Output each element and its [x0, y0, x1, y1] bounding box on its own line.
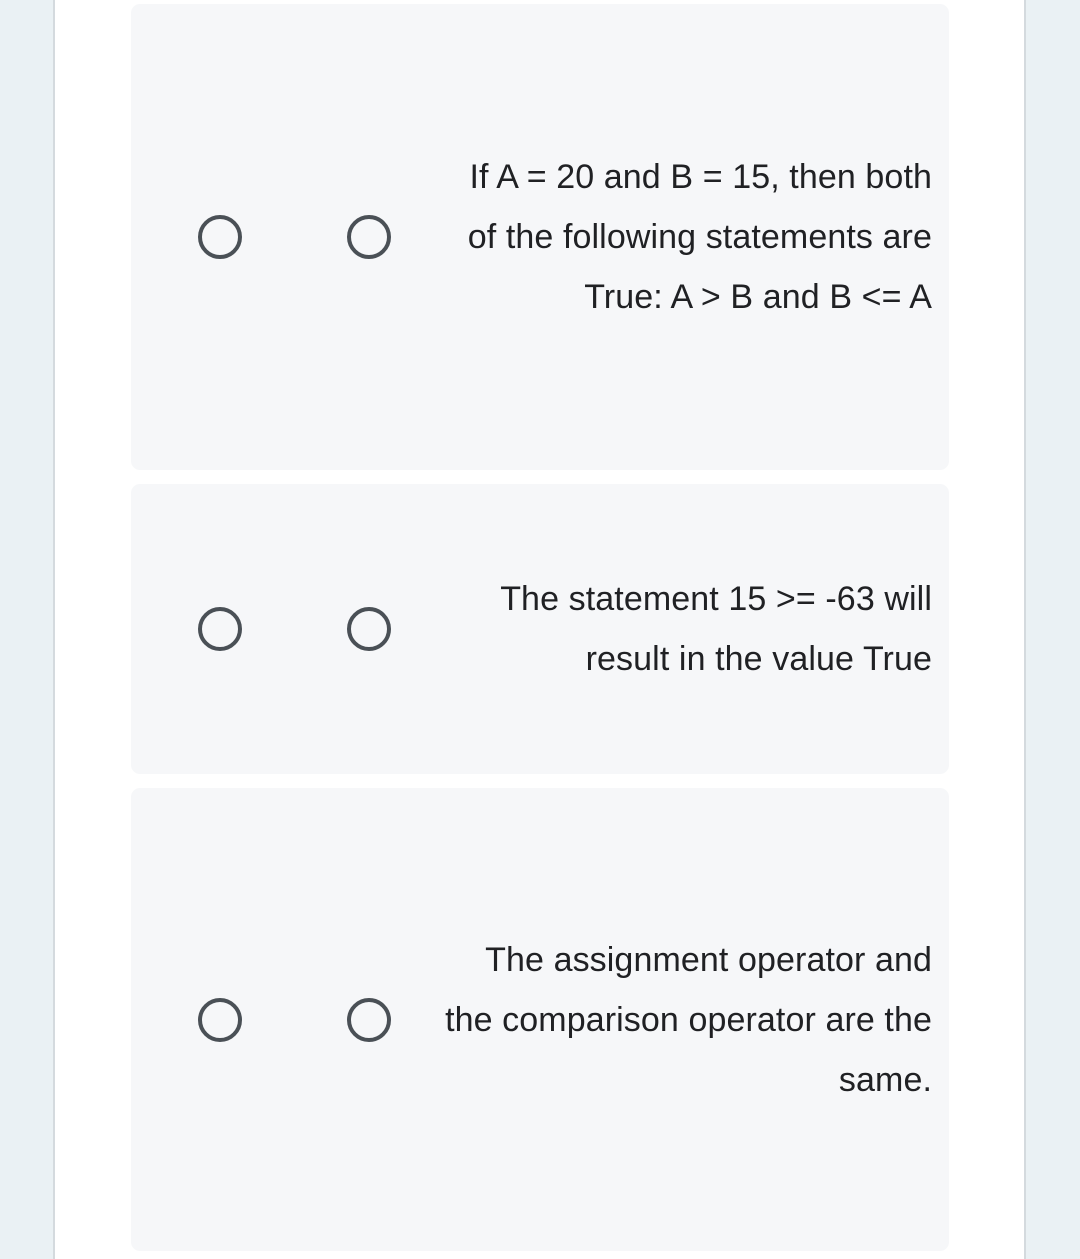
question-card: The statement 15 >= -63 will result in t…: [131, 484, 949, 774]
radio-button-option-1[interactable]: [198, 997, 242, 1042]
question-statement: The assignment operator and the comparis…: [429, 908, 949, 1132]
radio-button-option-2[interactable]: [347, 607, 391, 651]
question-statement: If A = 20 and B = 15, then both of the f…: [429, 125, 949, 349]
question-statement-text: If A = 20 and B = 15, then both of the f…: [467, 158, 932, 316]
radio-button-option-2[interactable]: [347, 997, 391, 1042]
question-statement-text: The assignment operator and the comparis…: [445, 940, 932, 1099]
radio-button-option-1[interactable]: [198, 607, 242, 651]
option-cell-1: [131, 997, 309, 1042]
question-list: If A = 20 and B = 15, then both of the f…: [131, 4, 949, 1251]
content-area: If A = 20 and B = 15, then both of the f…: [55, 0, 1024, 1259]
option-group: [131, 215, 429, 259]
option-cell-1: [131, 607, 309, 651]
option-cell-1: [131, 215, 309, 259]
option-cell-2: [309, 997, 429, 1042]
left-page-gutter: [0, 0, 53, 1259]
option-cell-2: [309, 607, 429, 651]
right-margin-rule: [1024, 0, 1026, 1259]
option-group: [131, 607, 429, 651]
question-card: If A = 20 and B = 15, then both of the f…: [131, 4, 949, 470]
radio-button-option-2[interactable]: [347, 215, 391, 259]
radio-button-option-1[interactable]: [198, 215, 242, 259]
question-statement-text: The statement 15 >= -63 will result in t…: [500, 580, 932, 678]
question-statement: The statement 15 >= -63 will result in t…: [429, 547, 949, 711]
option-cell-2: [309, 215, 429, 259]
right-page-gutter: [1026, 0, 1080, 1259]
option-group: [131, 997, 429, 1042]
question-card: The assignment operator and the comparis…: [131, 788, 949, 1251]
